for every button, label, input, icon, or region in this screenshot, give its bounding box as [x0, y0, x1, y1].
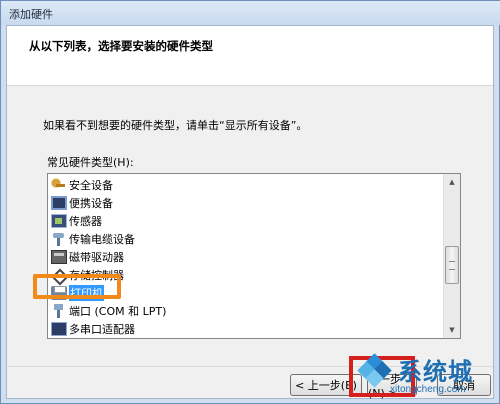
sensor-icon — [51, 214, 67, 228]
window-title: 添加硬件 — [9, 8, 53, 21]
list-item-port[interactable]: 端口 (COM 和 LPT) — [51, 302, 166, 320]
list-item-portable-device[interactable]: 便携设备 — [51, 194, 113, 212]
scroll-up-arrow-icon[interactable]: ▲ — [444, 174, 460, 190]
list-item-label: 多串口适配器 — [69, 323, 135, 336]
list-item-tape-drive[interactable]: 磁带驱动器 — [51, 248, 124, 266]
list-item-cable-device[interactable]: 传输电缆设备 — [51, 230, 135, 248]
site-watermark: 系统城 xitongcheng.com — [356, 350, 500, 402]
page-title: 从以下列表，选择要安装的硬件类型 — [29, 39, 213, 53]
list-item-security-device[interactable]: 安全设备 — [51, 176, 113, 194]
watermark-logo-icon — [357, 353, 392, 388]
title-bar[interactable]: 添加硬件 — [1, 1, 500, 25]
watermark-text: 系统城 — [398, 358, 473, 386]
watermark-url: xitongcheng.com — [390, 384, 466, 395]
key-icon — [51, 178, 67, 192]
cable-device-icon — [51, 232, 67, 246]
serial-adapter-icon — [51, 322, 67, 336]
list-item-label: 磁带驱动器 — [69, 251, 124, 264]
wizard-body: 从以下列表，选择要安装的硬件类型 如果看不到想要的硬件类型，请单击“显示所有设备… — [6, 25, 494, 400]
scroll-down-arrow-icon[interactable]: ▼ — [444, 322, 460, 338]
list-item-label: 传感器 — [69, 215, 102, 228]
hardware-type-listbox[interactable]: 安全设备 便携设备 传感器 传输电缆设备 磁带驱动器 存储控制器 打印机 端口 … — [47, 173, 461, 339]
port-icon — [51, 304, 67, 318]
list-item-sensor[interactable]: 传感器 — [51, 212, 102, 230]
portable-device-icon — [51, 196, 67, 210]
hardware-type-list-label: 常见硬件类型(H): — [47, 156, 134, 169]
hint-text: 如果看不到想要的硬件类型，请单击“显示所有设备”。 — [43, 119, 308, 132]
list-scrollbar[interactable]: ▲ ▼ — [443, 174, 460, 338]
list-item-label: 安全设备 — [69, 179, 113, 192]
add-hardware-window: 添加硬件 从以下列表，选择要安装的硬件类型 如果看不到想要的硬件类型，请单击“显… — [0, 0, 500, 404]
tape-drive-icon — [51, 250, 67, 264]
list-item-label: 传输电缆设备 — [69, 233, 135, 246]
scrollbar-thumb[interactable] — [445, 246, 459, 284]
list-item-serial-adapter[interactable]: 多串口适配器 — [51, 320, 135, 338]
list-item-label: 便携设备 — [69, 197, 113, 210]
list-item-label: 端口 (COM 和 LPT) — [69, 305, 167, 318]
wizard-header: 从以下列表，选择要安装的硬件类型 — [7, 26, 493, 86]
printer-highlight-annotation — [33, 274, 121, 299]
